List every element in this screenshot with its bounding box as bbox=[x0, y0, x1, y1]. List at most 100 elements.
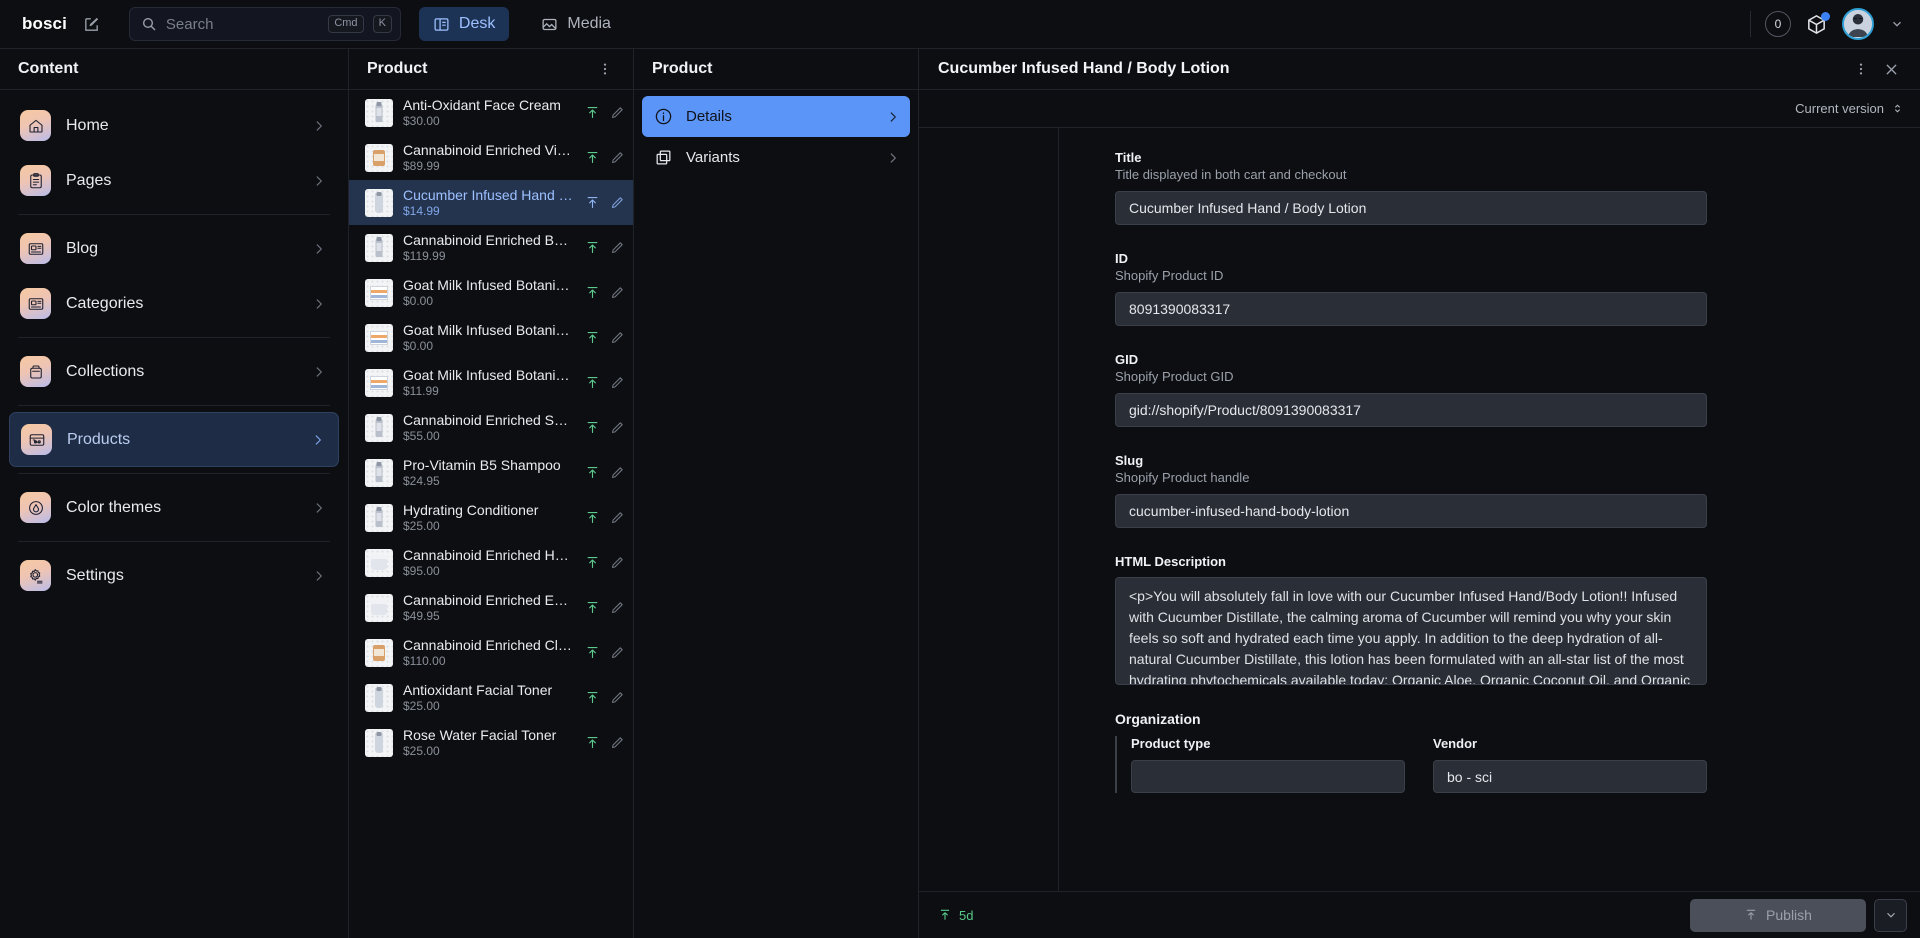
close-x-icon[interactable] bbox=[1876, 54, 1906, 84]
edit-pencil-icon[interactable] bbox=[609, 240, 625, 256]
publish-up-arrow-icon[interactable] bbox=[584, 510, 600, 526]
publish-up-arrow-icon bbox=[585, 465, 600, 480]
sidebar-separator bbox=[18, 337, 330, 338]
structure-item-details[interactable]: Details bbox=[642, 96, 910, 137]
product-list-item[interactable]: Anti-Oxidant Face Cream$30.00 bbox=[349, 90, 633, 135]
product-price: $24.95 bbox=[403, 474, 574, 488]
chevron-right-icon bbox=[312, 297, 326, 311]
top-bar: bosci Search Cmd K Desk Media 0 bbox=[0, 0, 1920, 49]
product-list-item[interactable]: Pro-Vitamin B5 Shampoo$24.95 bbox=[349, 450, 633, 495]
edit-pencil-icon[interactable] bbox=[609, 375, 625, 391]
edit-pencil-square-icon[interactable] bbox=[77, 9, 107, 39]
chevron-right-icon bbox=[312, 569, 326, 583]
top-bar-right: 0 bbox=[1750, 8, 1906, 40]
publish-up-arrow-icon[interactable] bbox=[584, 735, 600, 751]
product-list-item[interactable]: Cannabinoid Enriched Body ...$119.99 bbox=[349, 225, 633, 270]
field-input[interactable]: 8091390083317 bbox=[1115, 292, 1707, 326]
product-list-item[interactable]: Goat Milk Infused Botanical ...$11.99 bbox=[349, 360, 633, 405]
publish-up-arrow-icon[interactable] bbox=[584, 600, 600, 616]
sidebar-item-settings[interactable]: Settings bbox=[9, 548, 339, 603]
sidebar-item-products[interactable]: Products bbox=[9, 412, 339, 467]
more-vertical-icon[interactable] bbox=[593, 57, 617, 81]
edit-pencil-icon[interactable] bbox=[609, 195, 625, 211]
product-list-item[interactable]: Cannabinoid Enriched Clinic...$110.00 bbox=[349, 630, 633, 675]
publish-up-arrow-icon[interactable] bbox=[584, 195, 600, 211]
sidebar-item-pages[interactable]: Pages bbox=[9, 153, 339, 208]
more-vertical-icon[interactable] bbox=[1846, 54, 1876, 84]
product-list-item[interactable]: Goat Milk Infused Botanical ...$0.00 bbox=[349, 315, 633, 360]
edit-pencil-icon[interactable] bbox=[609, 105, 625, 121]
edit-pencil-icon[interactable] bbox=[609, 735, 625, 751]
publish-up-arrow-icon[interactable] bbox=[584, 465, 600, 481]
chevron-right-icon bbox=[312, 501, 326, 515]
edit-pencil-icon[interactable] bbox=[609, 645, 625, 661]
detail-form-scroll[interactable]: TitleTitle displayed in both cart and ch… bbox=[1059, 128, 1920, 891]
search-input[interactable]: Search Cmd K bbox=[129, 7, 401, 41]
product-price: $119.99 bbox=[403, 249, 574, 263]
product-list-item[interactable]: Cannabinoid Enriched Hand ...$95.00 bbox=[349, 540, 633, 585]
edit-pencil-icon[interactable] bbox=[609, 420, 625, 436]
product-list-item[interactable]: Cannabinoid Enriched Scalp...$55.00 bbox=[349, 405, 633, 450]
publish-button[interactable]: Publish bbox=[1690, 899, 1866, 932]
product-row-actions bbox=[584, 195, 625, 211]
avatar[interactable] bbox=[1842, 8, 1874, 40]
publish-up-arrow-icon[interactable] bbox=[584, 240, 600, 256]
detail-panel: Cucumber Infused Hand / Body Lotion Curr… bbox=[919, 49, 1920, 938]
edit-pencil-icon[interactable] bbox=[609, 330, 625, 346]
product-type-input[interactable] bbox=[1131, 760, 1405, 793]
edit-pencil-icon[interactable] bbox=[609, 465, 625, 481]
product-list-item[interactable]: Antioxidant Facial Toner$25.00 bbox=[349, 675, 633, 720]
publish-up-arrow-icon[interactable] bbox=[584, 555, 600, 571]
sidebar-item-color-themes[interactable]: Color themes bbox=[9, 480, 339, 535]
edit-pencil-icon[interactable] bbox=[609, 690, 625, 706]
field-input[interactable]: gid://shopify/Product/8091390083317 bbox=[1115, 393, 1707, 427]
edit-pencil-icon[interactable] bbox=[609, 555, 625, 571]
product-name: Cannabinoid Enriched Body ... bbox=[403, 232, 574, 248]
product-list-item[interactable]: Rose Water Facial Toner$25.00 bbox=[349, 720, 633, 765]
edit-pencil-icon[interactable] bbox=[609, 150, 625, 166]
product-list-item[interactable]: Cannabinoid Enriched Vitam...$89.99 bbox=[349, 135, 633, 180]
publish-up-arrow-icon[interactable] bbox=[584, 645, 600, 661]
product-list-item[interactable]: Hydrating Conditioner$25.00 bbox=[349, 495, 633, 540]
tab-media[interactable]: Media bbox=[527, 7, 625, 41]
publish-up-arrow-icon[interactable] bbox=[584, 375, 600, 391]
publish-up-arrow-icon[interactable] bbox=[584, 330, 600, 346]
chevron-down-icon[interactable] bbox=[1888, 9, 1906, 39]
vendor-input[interactable]: bo - sci bbox=[1433, 760, 1707, 793]
chevron-up-down-icon[interactable] bbox=[1891, 101, 1904, 116]
sidebar-item-home[interactable]: Home bbox=[9, 98, 339, 153]
publish-options-button[interactable] bbox=[1874, 899, 1907, 932]
product-list[interactable]: Anti-Oxidant Face Cream$30.00 Cannabinoid… bbox=[349, 90, 633, 938]
html-description-textarea[interactable]: <p>You will absolutely fall in love with… bbox=[1115, 577, 1707, 685]
publish-up-arrow-icon[interactable] bbox=[584, 105, 600, 121]
detail-body: TitleTitle displayed in both cart and ch… bbox=[919, 127, 1920, 891]
chevron-right-icon bbox=[886, 110, 900, 124]
edit-pencil-icon[interactable] bbox=[609, 600, 625, 616]
current-version-label[interactable]: Current version bbox=[1795, 101, 1884, 116]
sidebar-item-collections[interactable]: Collections bbox=[9, 344, 339, 399]
publish-up-arrow-icon[interactable] bbox=[584, 150, 600, 166]
edit-pencil-icon bbox=[610, 375, 625, 390]
sidebar-item-blog[interactable]: Blog bbox=[9, 221, 339, 276]
product-info: Anti-Oxidant Face Cream$30.00 bbox=[403, 97, 574, 128]
sidebar-item-categories[interactable]: Categories bbox=[9, 276, 339, 331]
edit-pencil-icon bbox=[610, 735, 625, 750]
publish-up-arrow-icon bbox=[585, 330, 600, 345]
brand-logo[interactable]: bosci bbox=[22, 14, 67, 34]
product-list-item[interactable]: Goat Milk Infused Botanical ...$0.00 bbox=[349, 270, 633, 315]
structure-item-variants[interactable]: Variants bbox=[642, 137, 910, 178]
edit-pencil-icon[interactable] bbox=[609, 510, 625, 526]
product-list-item[interactable]: Cucumber Infused Hand / B...$14.99 bbox=[349, 180, 633, 225]
notification-count-badge[interactable]: 0 bbox=[1765, 11, 1791, 37]
publish-up-arrow-icon[interactable] bbox=[584, 420, 600, 436]
package-cube-icon[interactable] bbox=[1805, 13, 1828, 36]
field-input[interactable]: Cucumber Infused Hand / Body Lotion bbox=[1115, 191, 1707, 225]
edit-pencil-icon[interactable] bbox=[609, 285, 625, 301]
tab-desk[interactable]: Desk bbox=[419, 7, 509, 41]
product-thumbnail bbox=[365, 234, 393, 262]
product-list-item[interactable]: Cannabinoid Enriched Eye C...$49.95 bbox=[349, 585, 633, 630]
field-input[interactable]: cucumber-infused-hand-body-lotion bbox=[1115, 494, 1707, 528]
publish-up-arrow-icon[interactable] bbox=[584, 690, 600, 706]
product-name: Cannabinoid Enriched Eye C... bbox=[403, 592, 574, 608]
publish-up-arrow-icon[interactable] bbox=[584, 285, 600, 301]
